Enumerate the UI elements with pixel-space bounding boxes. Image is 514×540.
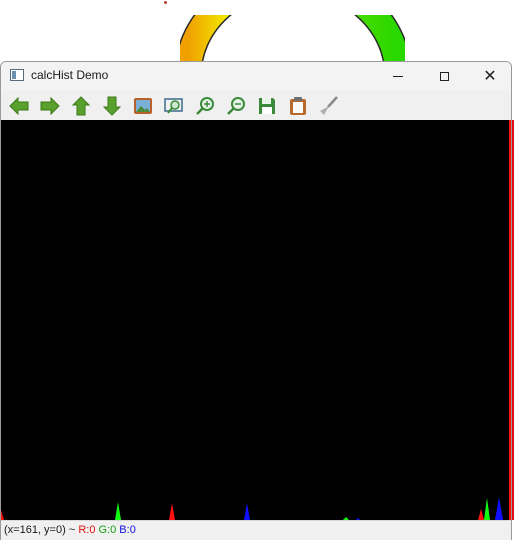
forward-button[interactable] <box>39 95 61 117</box>
histogram-red-spike <box>1 510 4 520</box>
zoom-in-icon <box>196 97 214 115</box>
zoom-in-button[interactable] <box>194 95 216 117</box>
close-button[interactable]: ✕ <box>467 62 511 90</box>
zoom-out-button[interactable] <box>225 95 247 117</box>
histogram-red-edge <box>509 120 511 520</box>
status-red-value: R:0 <box>78 524 96 536</box>
forward-arrow-icon <box>40 96 60 116</box>
zoom-window-icon <box>164 98 183 114</box>
status-bar: (x=161, y=0) ~ R:0 G:0 B:0 <box>1 520 511 540</box>
zoom-window-button[interactable] <box>163 95 185 117</box>
status-green-value: G:0 <box>98 524 117 536</box>
zoom-out-icon <box>227 97 245 115</box>
maximize-button[interactable] <box>421 62 467 90</box>
window-title: calcHist Demo <box>31 68 109 82</box>
minimize-icon <box>393 75 403 77</box>
histogram-window: calcHist Demo ✕ (x=161, y=0) ~ R:0 G:0 B… <box>0 61 512 540</box>
back-arrow-icon <box>9 96 29 116</box>
maximize-icon <box>439 71 449 81</box>
down-button[interactable] <box>101 95 123 117</box>
histogram-green-spike <box>484 498 490 520</box>
close-icon: ✕ <box>483 66 497 85</box>
app-icon <box>10 69 24 81</box>
up-button[interactable] <box>70 95 92 117</box>
minimize-button[interactable] <box>375 62 421 90</box>
clipboard-icon <box>290 97 306 115</box>
down-arrow-icon <box>102 96 122 116</box>
toolbar <box>1 90 511 120</box>
histogram-red-spike <box>478 509 484 520</box>
back-button[interactable] <box>8 95 30 117</box>
copy-to-clipboard-button[interactable] <box>287 95 309 117</box>
up-arrow-icon <box>71 96 91 116</box>
title-bar[interactable]: calcHist Demo ✕ <box>1 62 511 90</box>
histogram-blue-spike <box>244 503 250 520</box>
histogram-red-spike <box>169 503 175 520</box>
image-icon <box>134 98 152 114</box>
status-coordinates: (x=161, y=0) ~ <box>4 524 76 536</box>
histogram-blue-spike <box>495 497 503 520</box>
open-image-button[interactable] <box>132 95 154 117</box>
brush-icon <box>320 96 338 115</box>
brush-button[interactable] <box>318 95 340 117</box>
background-window-dot <box>164 1 167 4</box>
save-button[interactable] <box>256 95 278 117</box>
status-blue-value: B:0 <box>119 524 136 536</box>
histogram-green-spike <box>115 502 121 520</box>
save-icon <box>259 98 275 114</box>
histogram-canvas[interactable] <box>1 120 511 520</box>
